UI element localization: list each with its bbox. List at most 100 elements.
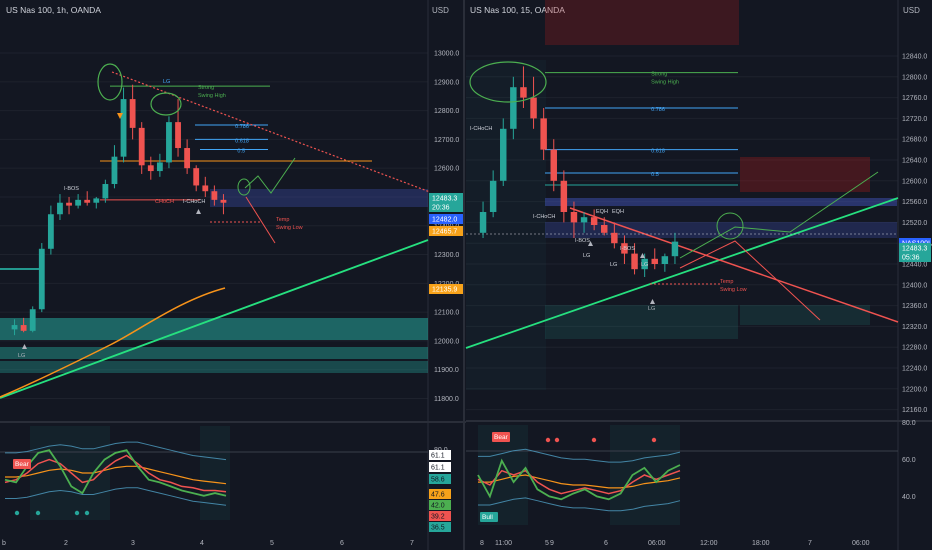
zones bbox=[466, 0, 897, 390]
circle-marker-icon bbox=[74, 510, 80, 516]
osc-value: 42.0 bbox=[431, 503, 445, 510]
price-label: 12135.9 bbox=[432, 287, 457, 294]
price-tick: 12160.0 bbox=[902, 407, 927, 414]
candle-body bbox=[489, 180, 497, 212]
price-tick: 12800.0 bbox=[902, 74, 927, 81]
price-tick: 12800.0 bbox=[434, 108, 459, 115]
price-label-time: 20:36 bbox=[432, 205, 450, 212]
time-tick: 06:00 bbox=[648, 540, 666, 547]
structure-label: I-BOS bbox=[64, 186, 79, 192]
candle-body bbox=[38, 248, 45, 310]
price-tick: 11800.0 bbox=[434, 396, 459, 403]
time-tick: 06:00 bbox=[852, 540, 870, 547]
signal-badge-text: Bear bbox=[15, 461, 30, 468]
circle-marker-icon bbox=[84, 510, 90, 516]
candle-body bbox=[193, 168, 200, 186]
demand-zone bbox=[0, 318, 428, 340]
price-tick: 12720.0 bbox=[902, 116, 927, 123]
price-label: 12465.7 bbox=[432, 229, 457, 236]
price-tick: 13000.0 bbox=[434, 51, 459, 58]
time-tick: 6 bbox=[340, 540, 344, 547]
candle-body bbox=[590, 217, 598, 225]
structure-label: EQH bbox=[596, 209, 608, 215]
candle-body bbox=[510, 87, 517, 129]
supply-zone bbox=[210, 189, 428, 207]
candle-body bbox=[29, 309, 36, 331]
signal-badge-text: Bear bbox=[494, 434, 509, 441]
level-label: 0.5 bbox=[237, 148, 245, 154]
candle-body bbox=[500, 128, 507, 181]
time-tick: 3 bbox=[131, 540, 135, 547]
candle-body bbox=[102, 184, 109, 199]
circle-marker-icon bbox=[545, 437, 551, 443]
price-tick: 12840.0 bbox=[902, 54, 927, 61]
candle-body bbox=[156, 162, 163, 172]
candle-body bbox=[57, 202, 63, 215]
price-tick: 12700.0 bbox=[434, 137, 459, 144]
candle-body bbox=[120, 99, 127, 157]
signal-badge-text: Bull bbox=[482, 514, 493, 521]
level-line bbox=[0, 268, 40, 270]
price-axis[interactable]: 13000.012900.012800.012700.012600.012500… bbox=[429, 51, 463, 403]
chart-pane-15m[interactable]: US Nas 100, 15, OANDA USD Strong Swing Hi… bbox=[465, 0, 932, 550]
structure-label: I-BOS bbox=[620, 246, 635, 252]
time-tick: 9 bbox=[550, 540, 554, 547]
demand-zone bbox=[740, 305, 870, 325]
time-tick: 5 bbox=[270, 540, 274, 547]
osc-value: 61.1 bbox=[431, 465, 445, 472]
level-label: 0.786 bbox=[651, 107, 665, 113]
level-label: 0.618 bbox=[651, 149, 665, 155]
trading-chart-layout[interactable]: US Nas 100, 1h, OANDA USD Strong Swing Hi… bbox=[0, 0, 932, 550]
osc-tick: 60.0 bbox=[902, 457, 916, 464]
price-tick: 12560.0 bbox=[902, 199, 927, 206]
candle-body bbox=[20, 325, 27, 331]
candle-body bbox=[570, 212, 578, 223]
candle-body bbox=[661, 256, 669, 264]
price-tick: 12100.0 bbox=[434, 310, 459, 317]
candle-body bbox=[601, 225, 608, 233]
time-tick: b bbox=[2, 540, 6, 547]
circle-marker-icon bbox=[150, 92, 182, 116]
price-tick: 12640.0 bbox=[902, 158, 927, 165]
structure-label: LG bbox=[641, 262, 648, 268]
structure-label: Temp Swing Low bbox=[720, 279, 747, 293]
symbol-title[interactable]: US Nas 100, 1h, OANDA bbox=[6, 5, 101, 15]
price-tick: 12240.0 bbox=[902, 366, 927, 373]
time-tick: 8 bbox=[480, 540, 484, 547]
price-axis[interactable]: 12840.0 12800.0 12760.0 12720.0 12680.0 12640… bbox=[899, 54, 932, 415]
up-triangle-icon bbox=[22, 344, 27, 349]
candle-body bbox=[671, 241, 679, 257]
zones bbox=[0, 189, 428, 373]
structure-label: I-CHoCH bbox=[470, 126, 492, 132]
candle-body bbox=[479, 212, 487, 233]
structure-label: I-BOS bbox=[575, 238, 590, 244]
time-tick: 11:00 bbox=[495, 540, 512, 547]
osc-zone bbox=[30, 426, 110, 520]
time-tick: 2 bbox=[64, 540, 68, 547]
osc-value: 39.2 bbox=[431, 514, 445, 521]
level-label: 0.786 bbox=[235, 124, 249, 130]
level-label: CHoCH bbox=[155, 199, 174, 205]
price-tick: 12360.0 bbox=[902, 303, 927, 310]
candle-body bbox=[211, 191, 218, 200]
candle-body bbox=[220, 199, 227, 203]
candle-body bbox=[611, 232, 618, 244]
price-label: 12482.0 bbox=[432, 217, 457, 224]
candle-body bbox=[520, 87, 527, 98]
price-tick: 12760.0 bbox=[902, 95, 927, 102]
price-label: 12483.3 bbox=[432, 196, 457, 203]
arrow-line-icon bbox=[244, 157, 296, 194]
candle-body bbox=[166, 122, 172, 163]
candle-body bbox=[129, 99, 136, 128]
price-tick: 12280.0 bbox=[902, 345, 927, 352]
candle-body bbox=[11, 325, 18, 330]
time-axis[interactable]: b 2 3 4 5 6 7 8 9 bbox=[2, 540, 554, 547]
candle-body bbox=[560, 180, 568, 212]
candle-body bbox=[202, 185, 209, 192]
up-triangle-icon bbox=[650, 299, 655, 304]
price-tick: 12520.0 bbox=[902, 220, 927, 227]
candle-body bbox=[184, 148, 191, 169]
candle-body bbox=[84, 199, 91, 203]
price-tick: 12400.0 bbox=[902, 282, 927, 289]
candles bbox=[11, 84, 227, 336]
